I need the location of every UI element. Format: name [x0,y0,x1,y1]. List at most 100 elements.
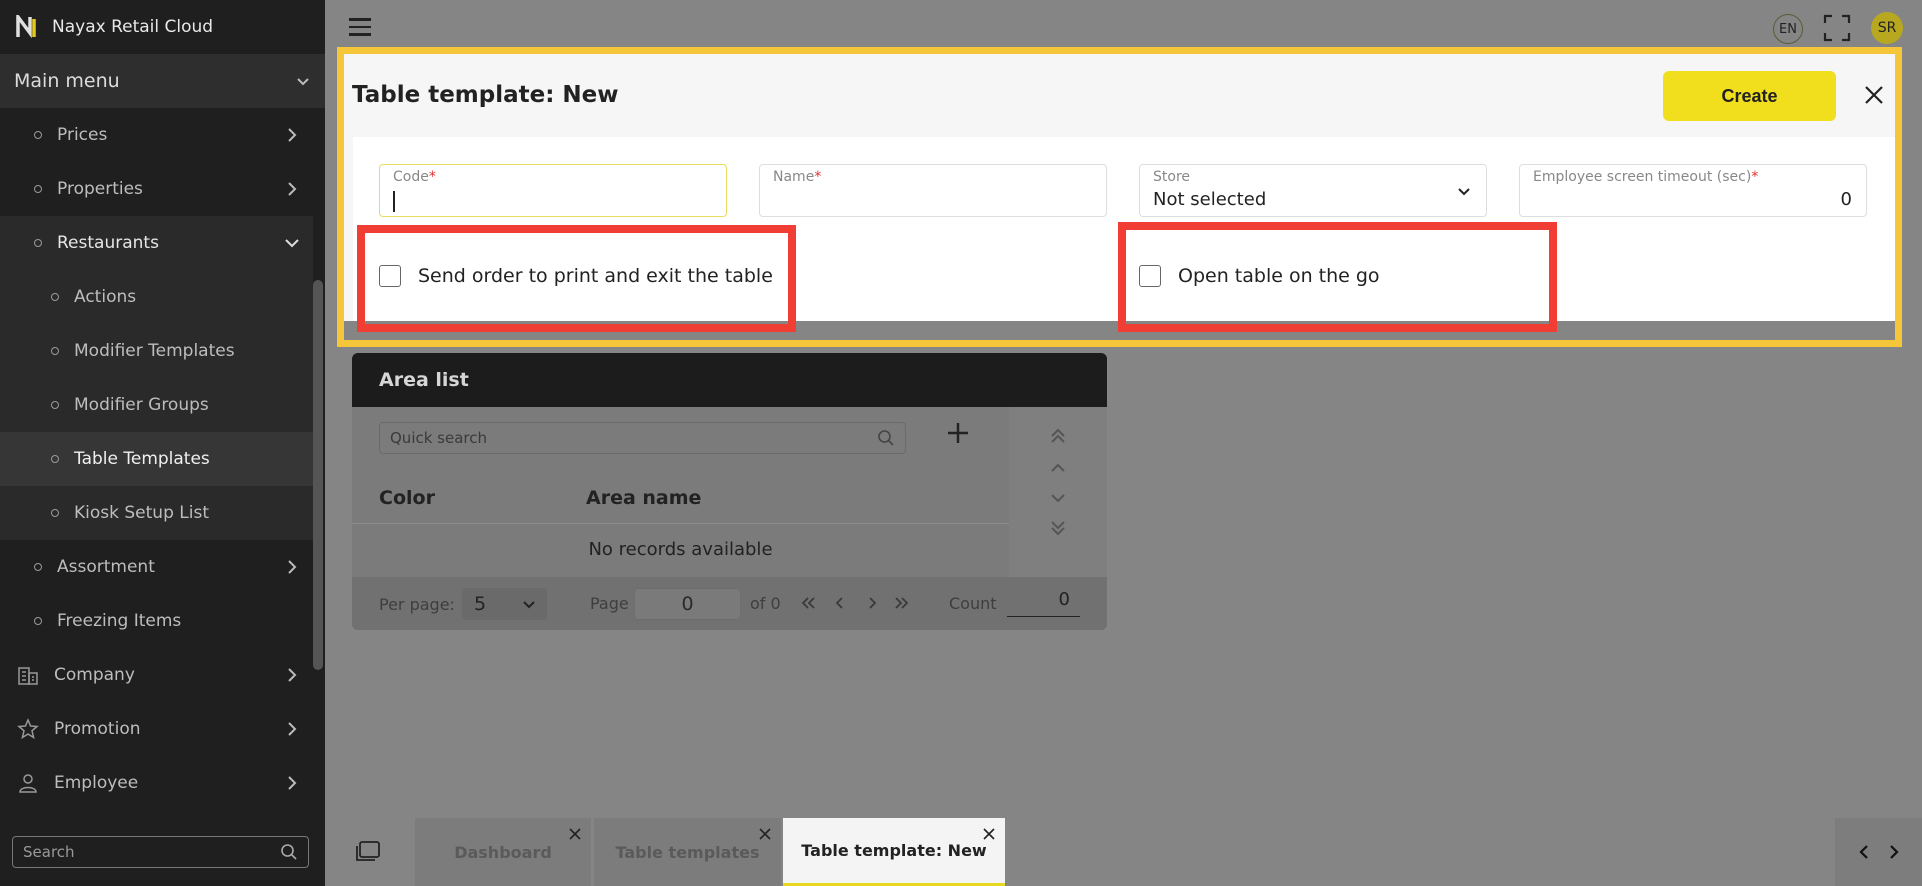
sidebar-item-properties[interactable]: Properties [0,162,313,216]
sidebar-item-restaurants[interactable]: Restaurants [0,216,313,270]
annotation-box-open-on-go [1118,222,1557,332]
tab-scroll-controls [1835,818,1922,886]
create-button[interactable]: Create [1663,71,1836,121]
person-icon [19,774,37,793]
sidebar-item-modifier-groups[interactable]: Modifier Groups [0,378,313,432]
sidebar-item-modifier-templates[interactable]: Modifier Templates [0,324,313,378]
chevron-right-icon [288,182,297,196]
bullet-icon [34,563,42,571]
chevron-down-icon [523,601,535,609]
empty-message: No records available [588,539,773,560]
sidebar: Nayax Retail Cloud Main menu Prices Prop… [0,0,325,886]
header-divider [352,523,1009,524]
move-bottom-icon[interactable] [1049,519,1067,537]
language-button[interactable]: EN [1773,14,1803,44]
sidebar-item-prices[interactable]: Prices [0,108,313,162]
sidebar-item-employee[interactable]: Employee [0,756,313,810]
bullet-icon [34,131,42,139]
bullet-icon [51,293,59,301]
bullet-icon [34,617,42,625]
sidebar-item-label: Modifier Templates [74,341,235,361]
color-column-header[interactable]: Color [379,487,435,509]
close-icon[interactable] [759,828,771,840]
per-page-select[interactable]: 5 [462,588,547,620]
sidebar-item-label: Restaurants [57,233,159,253]
prev-page-icon[interactable] [832,595,848,611]
row-move-controls [1009,407,1107,577]
count-label: Count [949,594,997,613]
sidebar-item-actions[interactable]: Actions [0,270,313,324]
chevron-right-icon[interactable] [1886,843,1902,861]
count-value: 0 [1007,589,1080,617]
tab-dashboard[interactable]: Dashboard [415,818,591,886]
add-area-icon[interactable] [945,420,971,446]
area-list-panel: Area list Quick search Color Area name N… [352,353,1107,630]
main-menu-label: Main menu [14,70,120,92]
avatar[interactable]: SR [1871,12,1903,44]
chevron-left-icon[interactable] [1856,843,1872,861]
bullet-icon [51,509,59,517]
bullet-icon [34,185,42,193]
sidebar-scrollbar[interactable] [313,280,323,670]
page-label: Page [590,594,629,613]
move-top-icon[interactable] [1049,427,1067,445]
timeout-value: 0 [1840,189,1852,210]
per-page-value: 5 [474,593,487,615]
tab-table-template-new[interactable]: Table template: New [783,818,1005,886]
search-icon [281,844,297,860]
text-caret [393,191,395,212]
sidebar-item-label: Promotion [54,719,141,739]
hamburger-menu-icon[interactable] [349,18,371,36]
sidebar-search-placeholder: Search [23,843,75,861]
chevron-right-icon [288,668,297,682]
building-icon [18,667,38,685]
chevron-right-icon [288,722,297,736]
chevron-down-icon [285,239,299,248]
sidebar-item-label: Kiosk Setup List [74,503,209,523]
store-select[interactable]: Store Not selected [1139,164,1487,217]
search-icon [878,430,894,446]
main-menu-toggle[interactable]: Main menu [0,54,325,108]
quick-search-input[interactable]: Quick search [379,422,906,454]
tab-label: Table template: New [801,841,987,860]
sidebar-item-table-templates[interactable]: Table Templates [0,432,313,486]
sidebar-item-promotion[interactable]: Promotion [0,702,313,756]
fullscreen-icon[interactable] [1823,14,1851,42]
windows-icon[interactable] [355,840,381,862]
sidebar-item-label: Table Templates [74,449,210,469]
sidebar-item-label: Actions [74,287,137,307]
next-page-icon[interactable] [864,595,880,611]
close-icon[interactable] [983,828,995,840]
name-field[interactable]: Name* [759,164,1107,217]
sidebar-item-label: Freezing Items [57,611,182,631]
sidebar-item-freezing-items[interactable]: Freezing Items [0,594,313,648]
code-field[interactable]: Code* [379,164,727,217]
sidebar-item-label: Prices [57,125,108,145]
sidebar-item-label: Company [54,665,135,685]
timeout-label: Employee screen timeout (sec)* [1533,169,1759,185]
brand-name: Nayax Retail Cloud [52,17,214,37]
sidebar-item-label: Assortment [57,557,155,577]
page-input[interactable]: 0 [634,588,741,620]
employee-timeout-field[interactable]: Employee screen timeout (sec)* 0 [1519,164,1867,217]
tab-label: Table templates [615,842,760,862]
tab-table-templates[interactable]: Table templates [594,818,781,886]
close-icon[interactable] [569,828,581,840]
annotation-box-send-order [357,225,796,332]
sidebar-item-assortment[interactable]: Assortment [0,540,313,594]
of-pages-label: of 0 [750,594,781,613]
sidebar-search-input[interactable]: Search [12,836,309,868]
store-label: Store [1153,169,1191,185]
sidebar-item-company[interactable]: Company [0,648,313,702]
quick-search-placeholder: Quick search [390,429,488,447]
move-down-icon[interactable] [1049,489,1067,507]
first-page-icon[interactable] [800,595,816,611]
area-name-column-header[interactable]: Area name [586,487,701,509]
move-up-icon[interactable] [1049,459,1067,477]
sidebar-item-label: Employee [54,773,139,793]
brand[interactable]: Nayax Retail Cloud [0,0,325,54]
star-icon [17,718,39,740]
sidebar-item-kiosk-setup-list[interactable]: Kiosk Setup List [0,486,313,540]
close-icon[interactable] [1863,84,1885,106]
last-page-icon[interactable] [894,595,910,611]
